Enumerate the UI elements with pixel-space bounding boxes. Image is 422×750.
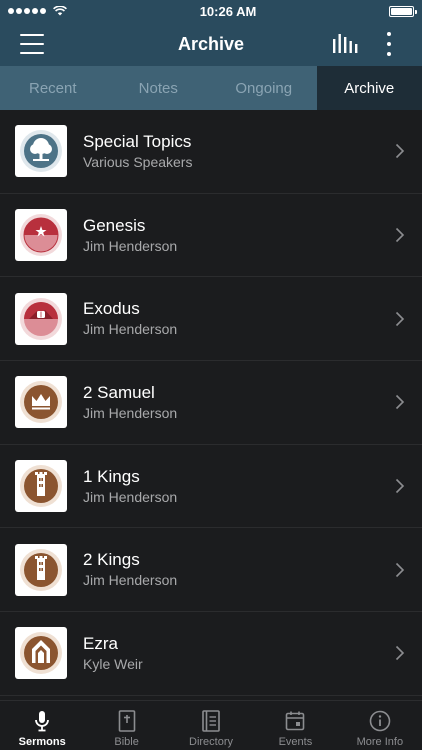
series-artwork [15,209,67,262]
audio-levels-button[interactable] [332,33,358,55]
bottom-tab-bar: Sermons Bible Directory Events More Info [0,700,422,750]
tree-icon [20,130,62,173]
series-artwork [15,376,67,429]
series-title: 2 Samuel [83,382,155,402]
tab-more-info[interactable]: More Info [338,701,422,750]
chevron-right-icon [395,562,405,577]
list-item[interactable]: Ezra Kyle Weir [0,612,422,696]
wifi-icon [53,6,67,16]
chevron-right-icon [395,479,405,494]
page-title: Archive [177,33,245,54]
tab-notes[interactable]: Notes [106,66,212,110]
menu-button[interactable] [20,34,44,54]
tab-events[interactable]: Events [253,701,337,750]
tab-sermons[interactable]: Sermons [0,701,84,750]
series-artwork [15,543,67,596]
series-list: Special Topics Various Speakers Genesis … [0,110,422,700]
crown-icon [20,381,62,424]
more-options-button[interactable] [382,32,396,56]
tab-label: Bible [114,736,139,748]
tab-recent[interactable]: Recent [0,66,106,110]
series-title: Ezra [83,633,118,653]
series-speaker: Jim Henderson [83,321,178,338]
mountain-tablet-icon [20,297,62,340]
arch-icon [20,632,62,675]
series-title: 2 Kings [83,550,140,570]
tab-label: Directory [189,736,234,748]
battery-icon [388,5,417,17]
tower-icon [20,548,62,591]
list-item[interactable]: 2 Kings Jim Henderson [0,528,422,613]
chevron-right-icon [395,395,405,410]
directory-icon [202,710,220,732]
series-speaker: Jim Henderson [83,237,178,254]
bible-icon [118,710,135,732]
nav-bar: Archive [0,22,422,66]
list-item[interactable]: 1 Kings Jim Henderson [0,445,422,529]
series-title: Special Topics [83,131,192,151]
list-item[interactable]: Genesis Jim Henderson [0,194,422,278]
series-artwork [15,460,67,513]
microphone-icon [35,711,50,732]
tab-label: Events [278,736,313,748]
chevron-right-icon [395,227,405,243]
series-title: 1 Kings [83,466,140,486]
calendar-icon [286,711,305,731]
series-speaker: Jim Henderson [83,488,178,505]
series-artwork [15,125,67,178]
tab-bible[interactable]: Bible [84,701,168,750]
series-speaker: Jim Henderson [83,404,178,421]
series-artwork [15,627,67,680]
status-time: 10:26 AM [199,3,257,19]
chevron-right-icon [395,646,405,661]
series-title: Genesis [83,215,146,235]
tab-ongoing[interactable]: Ongoing [211,66,317,110]
tab-label: More Info [356,736,404,748]
chevron-right-icon [395,144,405,159]
chevron-right-icon [395,311,405,326]
tab-archive[interactable]: Archive [316,66,422,110]
info-icon [369,710,391,732]
series-speaker: Various Speakers [83,153,193,170]
series-speaker: Kyle Weir [83,655,143,672]
segment-tabs: Recent Notes Ongoing Archive [0,66,422,110]
list-item[interactable]: Exodus Jim Henderson [0,277,422,362]
status-bar: 10:26 AM [0,0,422,22]
list-item[interactable]: 2 Samuel Jim Henderson [0,361,422,445]
tab-label: Sermons [18,736,66,748]
star-icon [20,214,62,257]
series-speaker: Jim Henderson [83,572,178,589]
series-title: Exodus [83,299,140,319]
tower-icon [20,465,62,508]
tab-directory[interactable]: Directory [169,701,253,750]
signal-strength-icon [8,6,67,16]
series-artwork [15,292,67,345]
list-item[interactable]: Special Topics Various Speakers [0,110,422,194]
